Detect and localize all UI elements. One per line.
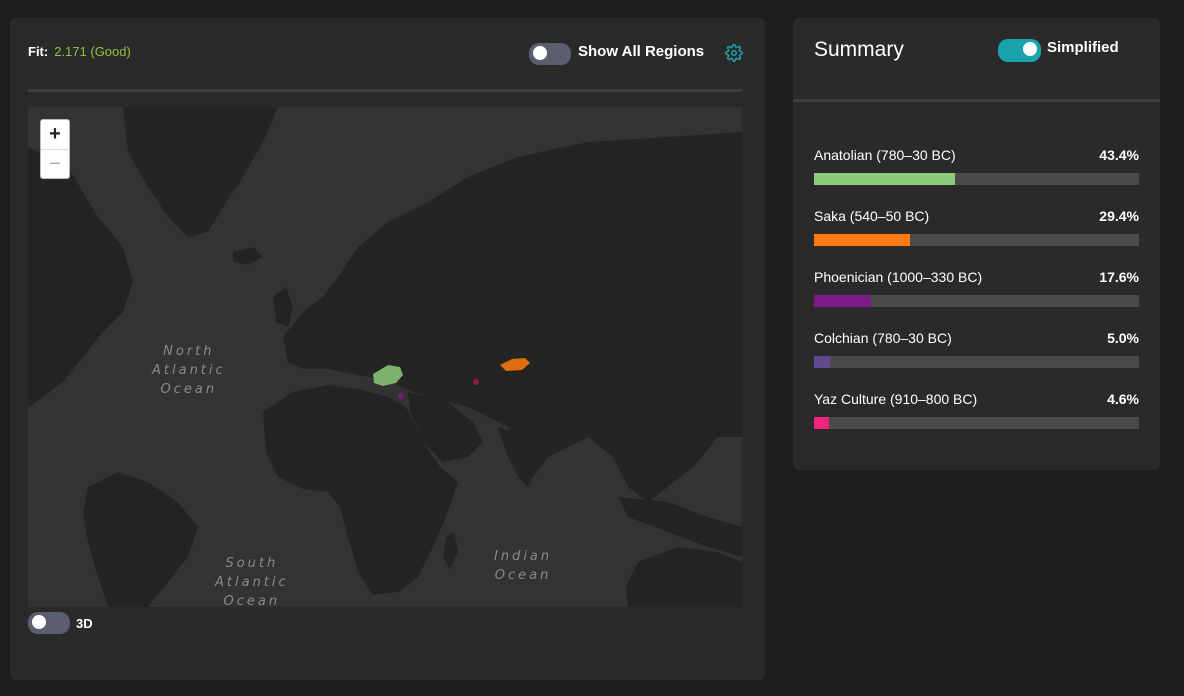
percent-bar-track <box>814 356 1139 368</box>
summary-row-phoenician: Phoenician (1000–330 BC) 17.6% <box>814 269 1139 309</box>
fit-score: Fit: 2.171 (Good) <box>28 44 131 59</box>
indian-ocean-label: Indian Ocean <box>494 547 552 585</box>
ocean-label-line: Ocean <box>223 594 281 607</box>
summary-divider <box>793 99 1160 102</box>
fit-value: 2.171 (Good) <box>54 44 131 59</box>
map-panel: Fit: 2.171 (Good) Show All Regions + − N… <box>10 18 765 680</box>
population-percent: 29.4% <box>1099 208 1139 224</box>
simplified-toggle[interactable] <box>998 39 1041 62</box>
summary-row-colchian: Colchian (780–30 BC) 5.0% <box>814 330 1139 370</box>
map-land-svg <box>28 107 742 607</box>
percent-bar-fill <box>814 417 829 429</box>
population-percent: 17.6% <box>1099 269 1139 285</box>
ocean-label-line: Indian <box>494 549 553 564</box>
summary-row-yaz-culture: Yaz Culture (910–800 BC) 4.6% <box>814 391 1139 431</box>
british-isles-landmass <box>273 287 293 327</box>
toggle-knob <box>1023 42 1037 56</box>
iceland-landmass <box>233 247 263 265</box>
greenland-landmass <box>123 107 278 237</box>
population-name: Phoenician (1000–330 BC) <box>814 269 983 285</box>
show-all-regions-toggle[interactable] <box>529 43 571 65</box>
summary-row-anatolian: Anatolian (780–30 BC) 43.4% <box>814 147 1139 187</box>
world-map[interactable]: + − North Atlantic Ocean South Atlantic … <box>28 107 742 607</box>
percent-bar-track <box>814 173 1139 185</box>
percent-bar-fill <box>814 295 872 307</box>
population-percent: 5.0% <box>1107 330 1139 346</box>
3d-label: 3D <box>76 616 93 631</box>
population-name: Colchian (780–30 BC) <box>814 330 952 346</box>
fit-label: Fit: <box>28 44 49 59</box>
map-header-divider <box>28 89 742 92</box>
gear-icon[interactable] <box>725 44 743 62</box>
zoom-out-button[interactable]: − <box>41 149 69 178</box>
population-name: Saka (540–50 BC) <box>814 208 930 224</box>
ocean-label-line: South <box>225 556 279 571</box>
south-atlantic-label: South Atlantic Ocean <box>215 554 289 607</box>
3d-toggle[interactable] <box>28 612 70 634</box>
summary-row-saka: Saka (540–50 BC) 29.4% <box>814 208 1139 248</box>
percent-bar-fill <box>814 173 956 185</box>
percent-bar-track <box>814 295 1139 307</box>
north-america-landmass <box>28 147 133 407</box>
ocean-label-line: Ocean <box>160 382 218 397</box>
population-name: Yaz Culture (910–800 BC) <box>814 391 978 407</box>
summary-title: Summary <box>814 38 904 61</box>
zoom-control: + − <box>40 119 70 179</box>
toggle-knob <box>533 46 547 60</box>
population-name: Anatolian (780–30 BC) <box>814 147 956 163</box>
ocean-label-line: North <box>163 344 215 359</box>
north-atlantic-label: North Atlantic Ocean <box>152 342 226 399</box>
madagascar-landmass <box>443 532 458 569</box>
australia-landmass <box>626 547 742 607</box>
percent-bar-track <box>814 417 1139 429</box>
percent-bar-fill <box>814 234 910 246</box>
yaz-culture-marker <box>473 379 479 385</box>
ocean-label-line: Ocean <box>494 568 552 583</box>
summary-panel: Summary Simplified Anatolian (780–30 BC)… <box>793 18 1160 470</box>
show-all-regions-label: Show All Regions <box>578 43 705 60</box>
percent-bar-track <box>814 234 1139 246</box>
south-america-landmass <box>83 472 198 607</box>
population-percent: 4.6% <box>1107 391 1139 407</box>
ocean-label-line: Atlantic <box>215 575 289 590</box>
population-percent: 43.4% <box>1099 147 1139 163</box>
zoom-in-button[interactable]: + <box>41 120 69 149</box>
phoenician-marker <box>398 393 404 399</box>
simplified-label: Simplified <box>1047 39 1119 56</box>
ocean-label-line: Atlantic <box>152 363 226 378</box>
percent-bar-fill <box>814 356 831 368</box>
toggle-knob <box>32 615 46 629</box>
